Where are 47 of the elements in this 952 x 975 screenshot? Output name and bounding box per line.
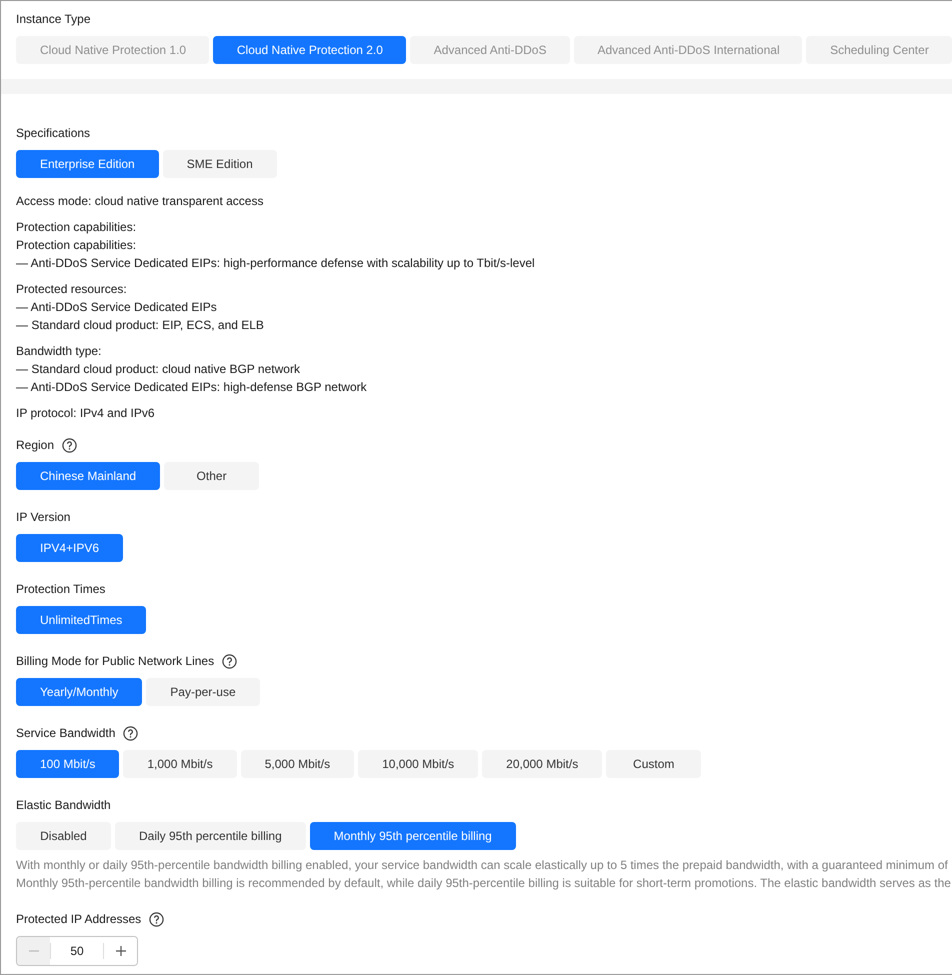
option-button[interactable]: Chinese Mainland bbox=[16, 462, 160, 490]
field-label: IP Version bbox=[16, 509, 70, 526]
option-button[interactable]: 1,000 Mbit/s bbox=[123, 750, 237, 778]
help-icon[interactable] bbox=[222, 654, 238, 668]
option-button[interactable]: SME Edition bbox=[162, 150, 277, 178]
option-button[interactable]: Pay-per-use bbox=[146, 678, 260, 706]
field-label: Elastic Bandwidth bbox=[16, 797, 111, 814]
info-text: — Standard cloud product: cloud native BGP network bbox=[16, 361, 301, 378]
info-text: Protected resources: bbox=[16, 281, 128, 298]
info-text: — Anti-DDoS Service Dedicated EIPs bbox=[16, 299, 218, 316]
info-text: — Anti-DDoS Service Dedicated EIPs: high-defense BGP network bbox=[16, 379, 368, 396]
quantity-field[interactable]: 50 bbox=[50, 943, 104, 959]
option-button[interactable]: Custom bbox=[606, 750, 702, 778]
plus-icon bbox=[114, 945, 126, 957]
option-button[interactable]: 10,000 Mbit/s bbox=[358, 750, 478, 778]
option-button[interactable]: Monthly 95th percentile billing bbox=[310, 822, 516, 850]
option-button[interactable]: 20,000 Mbit/s bbox=[482, 750, 602, 778]
field-label: Protection Times bbox=[16, 581, 106, 598]
info-text: — Standard cloud product: EIP, ECS, and ELB bbox=[16, 317, 265, 334]
field-label: Region bbox=[16, 437, 54, 454]
number-stepper[interactable]: 50 bbox=[16, 936, 138, 966]
option-button[interactable]: Cloud Native Protection 2.0 bbox=[212, 36, 406, 64]
hint-text: Monthly 95th-percentile bandwidth billing is recommended by default, while daily 95th-percentile billing is suitable for short-term promotions. The elastic bandwidth serves as the bbox=[16, 875, 952, 892]
hint-text: With monthly or daily 95th-percentile bandwidth billing enabled, your service bandwidth can scale elastically up to 5 times the prepaid bandwidth, with a guaranteed minimum of bbox=[16, 857, 949, 874]
field-label: Service Bandwidth bbox=[16, 725, 116, 742]
help-icon[interactable] bbox=[149, 912, 164, 926]
field-label: Specifications bbox=[16, 125, 90, 142]
option-button[interactable]: UnlimitedTimes bbox=[16, 606, 146, 634]
help-icon[interactable] bbox=[123, 726, 138, 740]
info-text: Protection capabilities: bbox=[16, 219, 138, 236]
option-button[interactable]: 100 Mbit/s bbox=[16, 750, 120, 778]
field-label: Billing Mode for Public Network Lines bbox=[16, 653, 214, 670]
option-button[interactable]: IPV4+IPV6 bbox=[16, 534, 124, 562]
option-button[interactable]: Daily 95th percentile billing bbox=[115, 822, 306, 850]
info-text: Access mode: cloud native transparent access bbox=[16, 193, 264, 210]
option-button[interactable]: Enterprise Edition bbox=[16, 150, 159, 178]
info-text: Bandwidth type: bbox=[16, 343, 102, 360]
option-button[interactable]: Disabled bbox=[16, 822, 111, 850]
info-text: IP protocol: IPv4 and IPv6 bbox=[16, 405, 156, 422]
info-text: — Anti-DDoS Service Dedicated EIPs: high-performance defense with scalability up to Tbit/s-level bbox=[16, 255, 536, 272]
field-label: Instance Type bbox=[16, 11, 90, 28]
help-icon[interactable] bbox=[62, 438, 78, 452]
option-button[interactable]: 5,000 Mbit/s bbox=[240, 750, 354, 778]
option-button[interactable]: Other bbox=[164, 462, 260, 490]
info-text: Protection capabilities: bbox=[16, 237, 138, 254]
field-label: Protected IP Addresses bbox=[16, 911, 142, 928]
option-button[interactable]: Yearly/Monthly bbox=[16, 678, 142, 706]
